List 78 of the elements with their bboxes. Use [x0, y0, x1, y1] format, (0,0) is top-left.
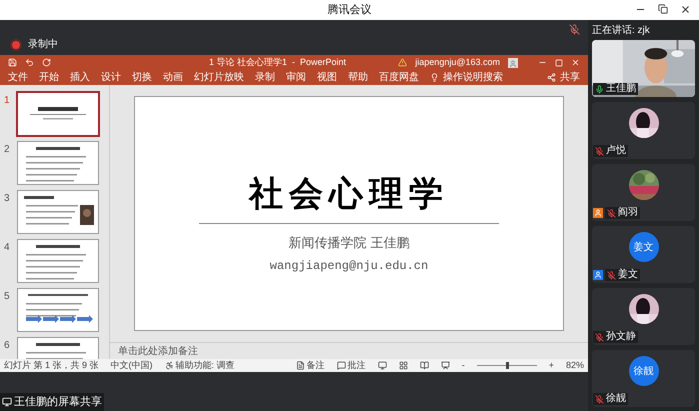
participant-tile[interactable]: 卢悦	[592, 102, 695, 159]
participant-tile[interactable]: 孙文静	[592, 288, 695, 345]
participant-name: 阎羽	[618, 207, 638, 219]
ribbon-tab[interactable]: 动画	[163, 72, 183, 82]
participant-name: 卢悦	[606, 145, 626, 157]
save-icon[interactable]	[8, 58, 17, 67]
participant-tile[interactable]: 徐靓 徐靓	[592, 350, 695, 407]
ribbon-tab[interactable]: 切换	[132, 72, 152, 82]
slide-counter: 幻灯片 第 1 张，共 9 张	[4, 361, 99, 370]
slide-subtitle: 新闻传播学院 王佳鹏	[288, 235, 410, 253]
mic-off-icon[interactable]	[569, 24, 580, 35]
account-email[interactable]: jiapengnju@163.com	[415, 56, 500, 70]
reading-view-icon[interactable]	[420, 361, 429, 370]
participant-name: 孙文静	[606, 331, 636, 343]
slide-number: 3	[4, 192, 11, 206]
search-hint[interactable]: 操作说明搜索	[443, 72, 503, 82]
warning-icon	[398, 58, 408, 67]
slide-number: 4	[4, 241, 11, 255]
notes-placeholder[interactable]: 单击此处添加备注	[118, 344, 198, 358]
speaking-indicator: 正在讲话: zjk	[592, 24, 651, 38]
zoom-in-button[interactable]: +	[548, 361, 554, 370]
notes-button[interactable]: 备注	[306, 361, 325, 370]
slide-thumbnail[interactable]	[18, 142, 98, 184]
zoom-thumb[interactable]	[506, 362, 509, 369]
share-label: 王佳鹏的屏幕共享	[14, 394, 102, 410]
avatar: 徐靓	[628, 356, 658, 386]
lightbulb-icon	[430, 73, 439, 82]
participant-name: 王佳鹏	[606, 83, 636, 95]
account-avatar[interactable]	[508, 58, 518, 68]
participant-tile[interactable]: 阎羽	[592, 164, 695, 221]
window-title: 1 导论 社会心理学1 - PowerPoint	[209, 56, 346, 69]
slide-title: 社会心理学	[249, 177, 449, 211]
zoom-out-button[interactable]: -	[462, 361, 465, 370]
ribbon-tab[interactable]: 幻灯片放映	[194, 72, 244, 82]
slide-thumbnail[interactable]	[18, 191, 98, 233]
ribbon-tab[interactable]: 百度网盘	[379, 72, 419, 82]
avatar: 姜文	[628, 232, 658, 262]
notes-icon	[296, 361, 305, 370]
zoom-level[interactable]: 82%	[566, 361, 584, 370]
ribbon-tab[interactable]: 开始	[39, 72, 59, 82]
participant-tile[interactable]: 姜文 姜文	[592, 226, 695, 283]
accessibility-status[interactable]: 辅助功能: 调查	[176, 361, 235, 370]
ribbon-tab[interactable]: 录制	[255, 72, 275, 82]
participant-tile[interactable]: 王佳鹏	[592, 40, 695, 97]
comments-icon	[336, 361, 346, 370]
slide-number: 5	[4, 290, 11, 304]
slide-number: 2	[4, 143, 11, 157]
normal-view-icon[interactable]	[378, 361, 387, 370]
redo-icon[interactable]	[42, 58, 51, 67]
screen-share-icon	[2, 396, 12, 407]
ribbon-tab[interactable]: 设计	[101, 72, 121, 82]
slide-thumbnail[interactable]	[18, 289, 98, 331]
maximize-icon[interactable]	[555, 58, 563, 66]
accessibility-icon	[164, 361, 174, 370]
share-icon	[547, 73, 556, 82]
sorter-view-icon[interactable]	[398, 361, 408, 370]
comments-button[interactable]: 批注	[348, 361, 366, 370]
recording-label: 录制中	[28, 38, 58, 52]
slide-thumbnail[interactable]	[18, 93, 98, 135]
ribbon-tab[interactable]: 帮助	[348, 72, 368, 82]
window-title: 腾讯会议	[328, 2, 372, 18]
slide-email: wangjiapeng@nju.edu.cn	[270, 258, 428, 274]
ribbon-tab[interactable]: 审阅	[286, 72, 306, 82]
share-link[interactable]: 共享	[560, 72, 580, 82]
ribbon-tab[interactable]: 文件	[8, 72, 28, 82]
slide-number: 6	[4, 339, 11, 353]
ribbon-tab[interactable]: 插入	[70, 72, 90, 82]
close-icon[interactable]	[571, 58, 580, 67]
slide-thumbnail[interactable]	[18, 240, 98, 282]
participant-name: 姜文	[618, 269, 638, 281]
close-icon[interactable]	[680, 4, 691, 15]
ribbon-tab[interactable]: 视图	[317, 72, 337, 82]
restore-icon[interactable]	[658, 4, 668, 14]
language-status[interactable]: 中文(中国)	[110, 361, 153, 370]
slide-number: 1	[4, 94, 11, 108]
participant-name: 徐靓	[606, 393, 626, 405]
undo-icon[interactable]	[25, 58, 34, 67]
slideshow-icon[interactable]	[440, 361, 450, 370]
